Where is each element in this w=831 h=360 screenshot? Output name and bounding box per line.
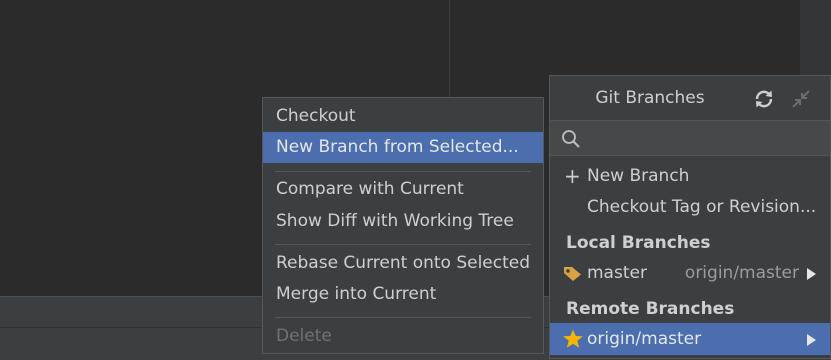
menu-item-merge-into-current[interactable]: Merge into Current <box>263 279 543 310</box>
popup-header: Git Branches <box>550 76 830 120</box>
branch-name: master <box>587 263 647 283</box>
search-icon <box>562 130 580 148</box>
menu-separator <box>275 171 531 172</box>
plus-icon: + <box>564 164 581 188</box>
star-icon <box>563 329 583 348</box>
submenu-arrow-icon <box>807 268 816 280</box>
submenu-arrow-icon <box>807 334 816 346</box>
menu-separator <box>275 317 531 318</box>
remote-branches-heading: Remote Branches <box>566 299 735 319</box>
branch-item-master[interactable]: master origin/master <box>550 257 830 289</box>
menu-item-rebase-current-onto-selected[interactable]: Rebase Current onto Selected <box>263 248 543 279</box>
menu-item-new-branch-from-selected[interactable]: New Branch from Selected... <box>263 132 543 163</box>
tracking-branch: origin/master <box>684 263 799 283</box>
menu-separator <box>275 244 531 245</box>
branch-name: origin/master <box>587 329 702 349</box>
new-branch-action[interactable]: + New Branch <box>550 160 830 192</box>
branch-search-field[interactable] <box>550 120 830 156</box>
checkout-tag-action[interactable]: Checkout Tag or Revision... <box>550 191 830 223</box>
local-branches-heading: Local Branches <box>566 233 711 253</box>
menu-item-checkout[interactable]: Checkout <box>263 101 543 132</box>
checkout-tag-label: Checkout Tag or Revision... <box>587 197 817 217</box>
collapse-icon[interactable] <box>791 89 811 109</box>
git-branches-popup: Git Branches + New Branch Checkout Tag o… <box>549 75 831 359</box>
tag-icon <box>564 267 581 281</box>
menu-item-delete: Delete <box>276 326 332 346</box>
branch-item-origin-master[interactable]: origin/master <box>550 323 830 355</box>
refresh-icon[interactable] <box>753 88 775 110</box>
menu-item-compare-with-current[interactable]: Compare with Current <box>263 174 543 205</box>
branch-context-menu: Checkout New Branch from Selected... Com… <box>262 97 544 354</box>
menu-item-show-diff-with-working-tree[interactable]: Show Diff with Working Tree <box>263 206 543 237</box>
popup-title: Git Branches <box>595 88 705 108</box>
new-branch-label: New Branch <box>587 166 690 186</box>
